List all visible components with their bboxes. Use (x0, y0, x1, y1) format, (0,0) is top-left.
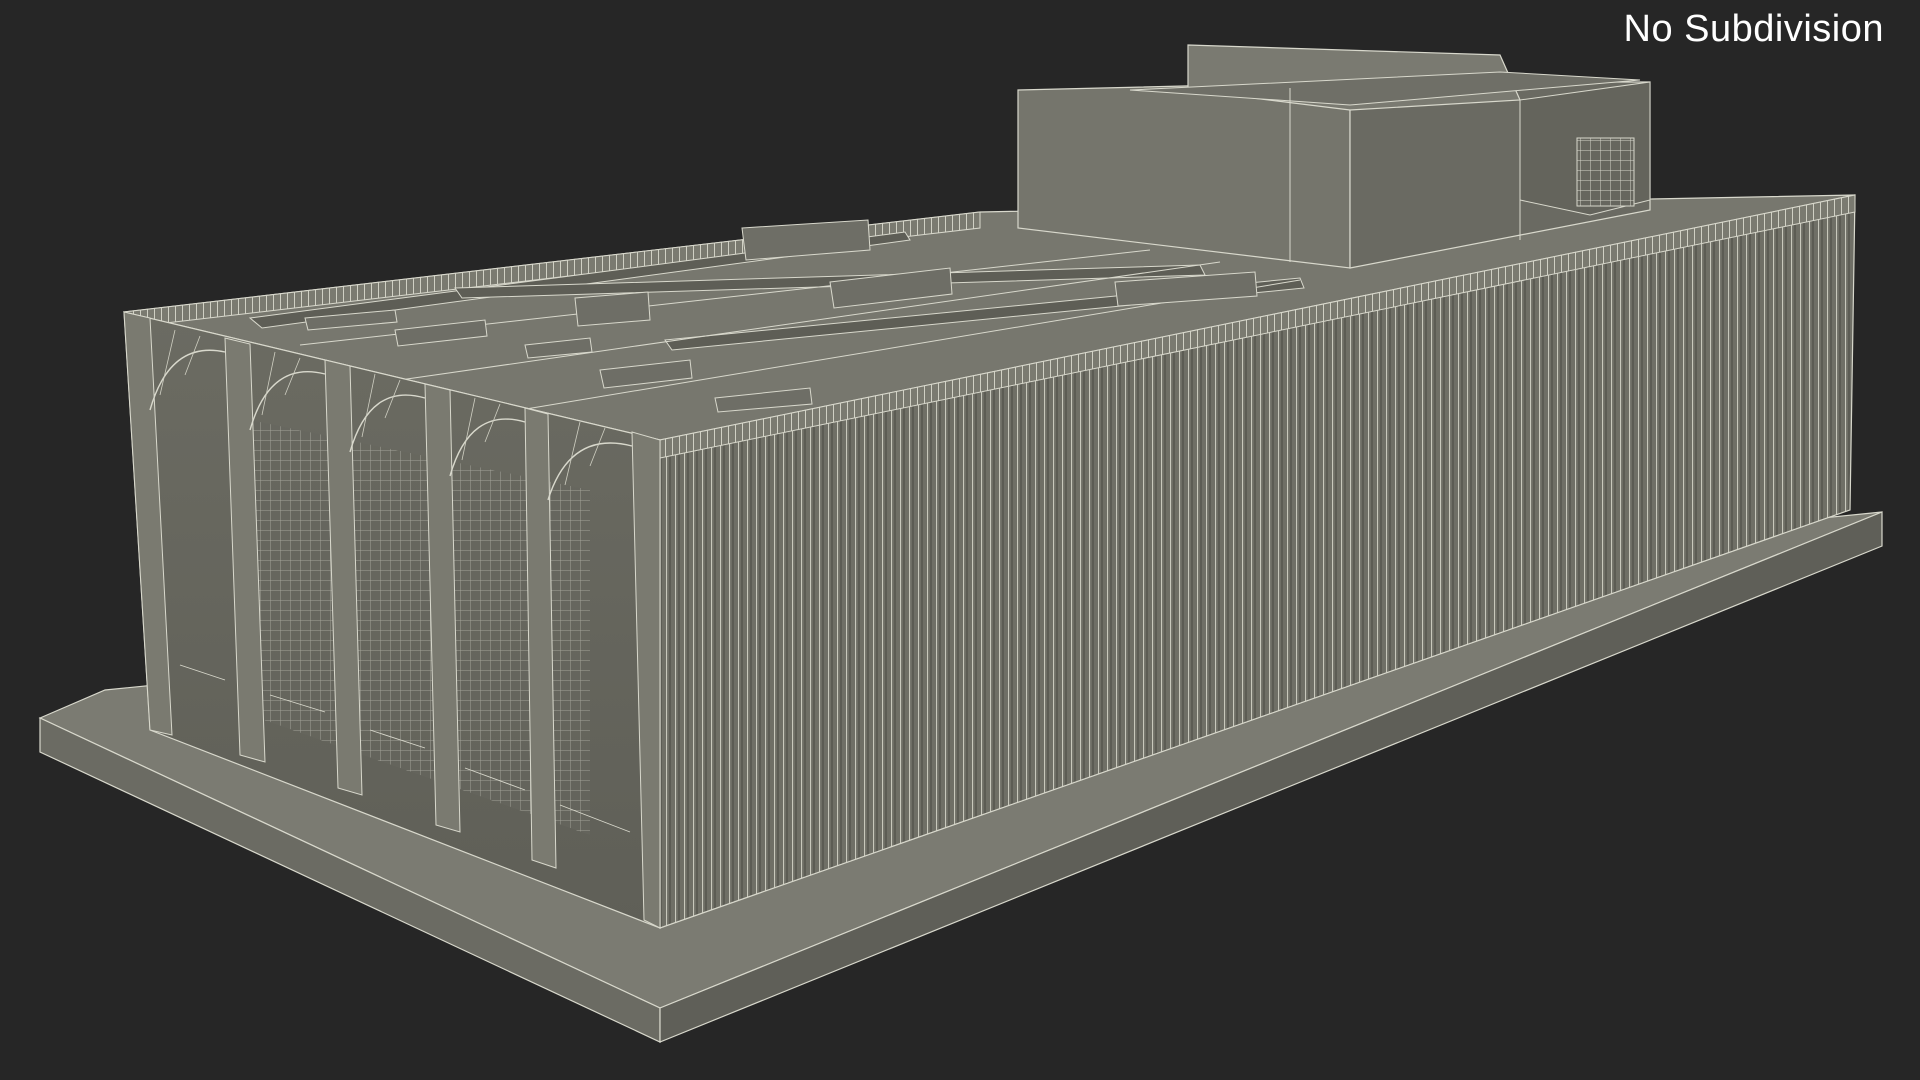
3d-viewport: No Subdivision (0, 0, 1920, 1080)
building-wireframe-render (38, 44, 1883, 1043)
subdivision-label: No Subdivision (1623, 8, 1884, 50)
